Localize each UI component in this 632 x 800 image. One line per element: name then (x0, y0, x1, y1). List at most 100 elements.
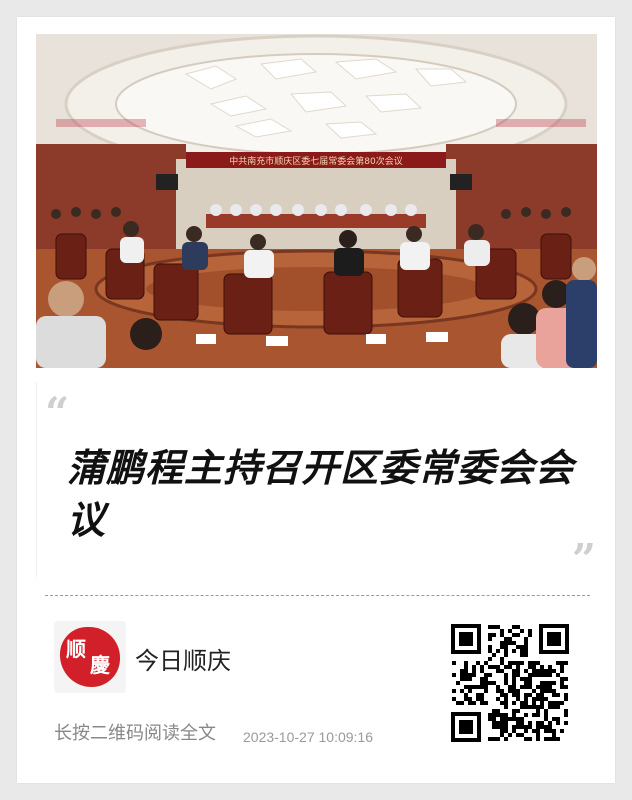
qr-module (548, 669, 552, 673)
qr-module (512, 673, 516, 677)
qr-module (532, 729, 536, 733)
qr-module (516, 645, 520, 649)
qr-module (548, 681, 552, 685)
qr-module (564, 721, 568, 725)
qr-module (544, 673, 548, 677)
qr-module (552, 737, 556, 741)
qr-module (536, 725, 540, 729)
qr-module (452, 689, 456, 693)
account-logo-icon[interactable]: 顺 慶 (54, 621, 126, 693)
qr-module (552, 669, 556, 673)
qr-module (548, 673, 552, 677)
qr-module (480, 669, 484, 673)
qr-module (460, 701, 464, 705)
qr-module (544, 709, 548, 713)
qr-module (564, 685, 568, 689)
account-name[interactable]: 今日顺庆 (135, 641, 231, 676)
qr-module (552, 693, 556, 697)
qr-hint-text: 长按二维码阅读全文 (54, 723, 216, 744)
qr-module (524, 637, 528, 641)
qr-module (492, 681, 496, 685)
qr-module (512, 701, 516, 705)
qr-module (520, 629, 524, 633)
qr-module (564, 709, 568, 713)
qr-module (492, 625, 496, 629)
qr-module (500, 645, 504, 649)
qr-module (464, 685, 468, 689)
qr-module (560, 665, 564, 669)
qr-module (556, 705, 560, 709)
qr-module (468, 689, 472, 693)
qr-module (460, 689, 464, 693)
qr-module (536, 669, 540, 673)
qr-module (536, 713, 540, 717)
qr-module (496, 665, 500, 669)
qr-module (544, 737, 548, 741)
qr-module (556, 717, 560, 721)
qr-module (536, 697, 540, 701)
qr-module (524, 677, 528, 681)
qr-module (544, 681, 548, 685)
qr-module (464, 693, 468, 697)
qr-module (524, 725, 528, 729)
qr-code-icon[interactable] (449, 622, 571, 744)
qr-module (472, 669, 476, 673)
qr-module (524, 685, 528, 689)
qr-module (548, 665, 552, 669)
qr-module (532, 705, 536, 709)
qr-module (504, 649, 508, 653)
qr-module (524, 713, 528, 717)
qr-module (520, 645, 524, 649)
qr-module (512, 649, 516, 653)
qr-module (488, 625, 492, 629)
qr-module (540, 697, 544, 701)
qr-module (504, 697, 508, 701)
qr-module (492, 713, 496, 717)
qr-module (520, 725, 524, 729)
qr-module (532, 697, 536, 701)
qr-module (496, 737, 500, 741)
qr-module (496, 725, 500, 729)
qr-module (492, 709, 496, 713)
qr-module (548, 705, 552, 709)
qr-module (552, 705, 556, 709)
qr-module (528, 685, 532, 689)
qr-module (564, 693, 568, 697)
qr-module (512, 641, 516, 645)
qr-module (556, 701, 560, 705)
qr-module (484, 661, 488, 665)
qr-module (500, 721, 504, 725)
qr-module (468, 677, 472, 681)
qr-module (512, 633, 516, 637)
qr-module (452, 697, 456, 701)
qr-module (492, 665, 496, 669)
qr-module (496, 685, 500, 689)
qr-module (504, 701, 508, 705)
qr-module (556, 673, 560, 677)
qr-module (560, 669, 564, 673)
qr-module (512, 717, 516, 721)
qr-module (528, 673, 532, 677)
qr-module (540, 693, 544, 697)
qr-module (544, 725, 548, 729)
qr-module (528, 681, 532, 685)
qr-module (552, 729, 556, 733)
qr-module (508, 641, 512, 645)
qr-module (564, 661, 568, 665)
qr-module (540, 673, 544, 677)
qr-module (512, 669, 516, 673)
qr-module (464, 661, 468, 665)
qr-module (520, 721, 524, 725)
qr-module (484, 673, 488, 677)
qr-module (548, 729, 552, 733)
qr-module (528, 693, 532, 697)
qr-module (480, 697, 484, 701)
qr-module (500, 717, 504, 721)
qr-module (560, 661, 564, 665)
article-title[interactable]: 蒲鹏程主持召开区委常委会会议 (67, 442, 577, 546)
qr-module (540, 705, 544, 709)
qr-module (500, 733, 504, 737)
qr-module (504, 693, 508, 697)
qr-module (500, 713, 504, 717)
qr-module (512, 693, 516, 697)
